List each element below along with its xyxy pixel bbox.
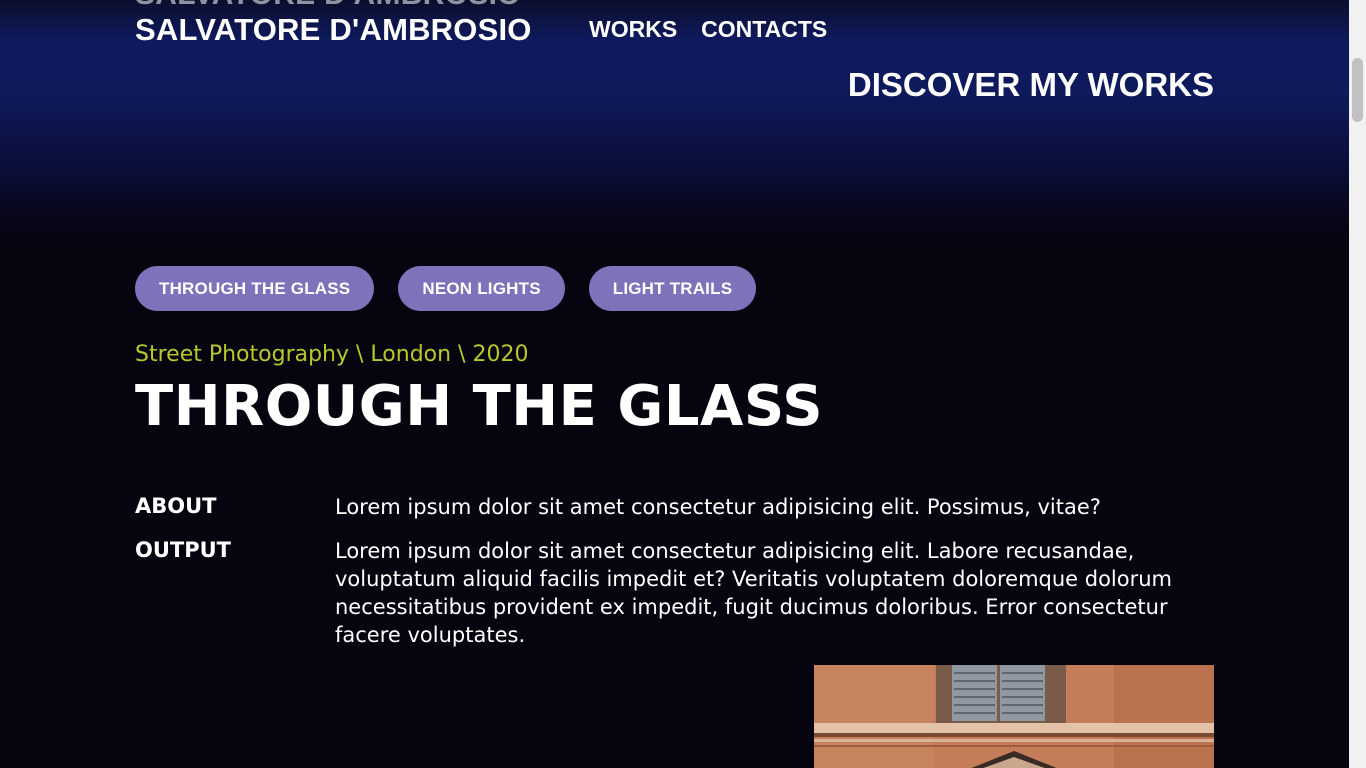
project-meta: Street Photography \ London \ 2020 xyxy=(135,342,529,367)
nav-link-contacts[interactable]: CONTACTS xyxy=(701,16,827,43)
tab-light-trails[interactable]: LIGHT TRAILS xyxy=(588,266,757,311)
output-label: OUTPUT xyxy=(135,538,231,562)
project-tabs: THROUGH THE GLASS NEON LIGHTS LIGHT TRAI… xyxy=(135,266,757,311)
about-label: ABOUT xyxy=(135,494,217,518)
scrollbar[interactable] xyxy=(1349,0,1366,768)
project-title: THROUGH THE GLASS xyxy=(135,374,824,439)
nav-link-works[interactable]: WORKS xyxy=(589,16,677,43)
tab-neon-lights[interactable]: NEON LIGHTS xyxy=(398,266,565,311)
building-facade-image xyxy=(814,665,1214,768)
tab-through-the-glass[interactable]: THROUGH THE GLASS xyxy=(135,266,375,311)
project-photo xyxy=(814,665,1214,768)
about-text: Lorem ipsum dolor sit amet consectetur a… xyxy=(335,495,1101,519)
scrolled-header-ghost: SALVATORE D'AMBROSIO xyxy=(135,0,521,12)
output-text: Lorem ipsum dolor sit amet consectetur a… xyxy=(335,539,1173,647)
page: SALVATORE D'AMBROSIO SALVATORE D'AMBROSI… xyxy=(0,0,1366,768)
scrollbar-thumb[interactable] xyxy=(1352,58,1363,122)
discover-works-link[interactable]: DISCOVER MY WORKS xyxy=(848,66,1214,104)
site-title[interactable]: SALVATORE D'AMBROSIO xyxy=(135,12,532,48)
main-nav: WORKS CONTACTS xyxy=(589,16,827,43)
